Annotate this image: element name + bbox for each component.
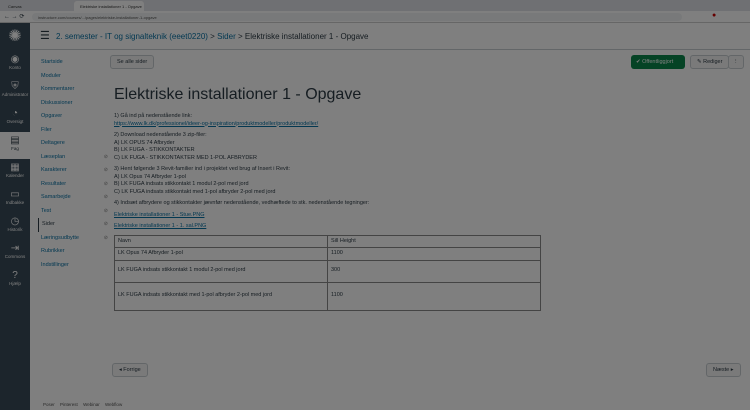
course-header: ☰ 2. semester - IT og signalteknik (eeet… <box>30 23 750 50</box>
dashboard-icon: ◔ <box>11 108 19 119</box>
clock-icon: ◷ <box>10 216 20 227</box>
view-all-pages-button[interactable]: Se alle sider <box>110 55 155 69</box>
hidden-eye-icon: ⊘ <box>103 207 108 214</box>
course-nav-item[interactable]: Læringsudbytte ⊘ <box>38 232 108 246</box>
course-nav-item[interactable]: Samarbejde ⊘ <box>38 191 108 205</box>
global-nav-help[interactable]: ? Hjælp <box>0 267 30 294</box>
course-nav-item[interactable]: Resultater ⊘ <box>38 178 108 192</box>
global-nav-inbox[interactable]: ▭ Indbakke <box>0 186 30 213</box>
step-4: 4) Indsæt afbrydere og stikkontakter jæv… <box>114 200 370 206</box>
browser-tab-bar: Canvas Elektriske installationer 1 - Opg… <box>0 0 750 11</box>
browser-tab[interactable]: Canvas <box>2 1 72 11</box>
help-icon: ? <box>12 270 18 281</box>
course-nav-item[interactable]: Test ⊘ <box>38 205 108 219</box>
global-nav-account[interactable]: ◉ Konto <box>0 51 30 78</box>
breadcrumb-course[interactable]: 2. semester - IT og signalteknik (eeet02… <box>56 32 208 41</box>
hidden-eye-icon: ⊘ <box>103 194 108 200</box>
course-nav-item[interactable]: Startside <box>38 56 108 70</box>
course-nav-item[interactable]: Rubrikker <box>38 245 108 259</box>
global-nav-commons[interactable]: ⇥ Commons <box>0 240 30 267</box>
address-bar-row: ← → ⟳ instructure.com/courses/.../pages/… <box>0 11 750 23</box>
browser-tab-active[interactable]: Elektriske installationer 1 - Opgave <box>74 1 144 11</box>
published-button[interactable]: ✔ Offentliggjort <box>631 55 685 69</box>
course-nav-item[interactable]: Indstillinger <box>38 259 108 273</box>
course-nav-item-active[interactable]: Sider ⊘ <box>38 218 108 232</box>
nav-arrows-icon[interactable]: ← → ⟳ <box>4 13 24 20</box>
calendar-icon: ▦ <box>10 162 20 173</box>
page-title: Elektriske installationer 1 - Opgave <box>114 86 362 103</box>
course-nav-item[interactable]: Deltagere <box>38 137 108 151</box>
step-1: 1) Gå ind på nedenstående link: <box>114 113 192 119</box>
table-row: LK Opus 74 Afbryder 1-pol 1100 <box>114 247 541 261</box>
global-nav-history[interactable]: ◷ Historik <box>0 213 30 240</box>
course-nav-item[interactable]: Opgaver <box>38 110 108 124</box>
table-row: LK FUGA indsats stikkontakt 1 modul 2-po… <box>114 259 541 283</box>
breadcrumb: 2. semester - IT og signalteknik (eeet02… <box>56 32 369 41</box>
canvas-logo-icon[interactable]: ✺ <box>0 23 30 51</box>
breadcrumb-current: Elektriske installationer 1 - Opgave <box>244 32 369 41</box>
url-input[interactable]: instructure.com/courses/.../pages/elektr… <box>32 13 682 21</box>
course-nav-item[interactable]: Moduler <box>38 70 108 84</box>
course-nav-item[interactable]: Diskussioner <box>38 97 108 111</box>
hidden-eye-icon: ⊘ <box>103 180 108 187</box>
global-nav-calendar[interactable]: ▦ Kalender <box>0 159 30 186</box>
table-row: LK FUGA indsats stikkontakt med 1-pol af… <box>114 281 541 311</box>
link-stue-png[interactable]: Elektriske installationer 1 - Stue.PNG <box>114 212 204 218</box>
global-nav-courses[interactable]: ▤ Fag <box>0 132 30 159</box>
more-options-icon[interactable]: ⋮ <box>728 55 744 69</box>
course-nav-item[interactable]: Læseplan ⊘ <box>38 151 108 165</box>
footer-links: Poser Pinterest Webinar Webflow <box>43 402 123 407</box>
hidden-eye-icon: ⊘ <box>103 153 108 160</box>
edit-button[interactable]: ✎ Rediger <box>690 55 730 69</box>
book-icon: ▤ <box>10 135 20 146</box>
previous-button[interactable]: ◂ Forrige <box>112 363 148 377</box>
shield-icon: ⛨ <box>11 81 19 92</box>
link-1sal-png[interactable]: Elektriske installationer 1 - 1. sal.PNG <box>114 223 206 229</box>
course-nav-item[interactable]: Filer <box>38 124 108 138</box>
inbox-icon: ▭ <box>10 189 20 200</box>
global-nav-admin[interactable]: ⛨ Administrator <box>0 78 30 105</box>
hidden-eye-icon: ⊘ <box>103 234 108 241</box>
global-nav: ✺ ◉ Konto ⛨ Administrator ◔ Oversigt ▤ Fag ▦… <box>0 23 30 410</box>
hidden-eye-icon: ⊘ <box>103 167 108 173</box>
step-2: 2) Download nedenstående 3 zip-filer: A) … <box>114 132 257 161</box>
extension-icon[interactable]: ● <box>712 12 716 19</box>
course-nav-item[interactable]: Kommentarer <box>38 83 108 97</box>
table-header-row: Navn Sill Height <box>114 234 541 248</box>
next-button[interactable]: Næste ▸ <box>706 363 741 377</box>
breadcrumb-pages[interactable]: Sider <box>217 32 236 41</box>
avatar: ◉ <box>10 54 20 65</box>
hamburger-menu-icon[interactable]: ☰ <box>40 29 50 42</box>
page-content: Elektriske installationer 1 - Opgave 1) … <box>114 85 544 311</box>
global-nav-dashboard[interactable]: ◔ Oversigt <box>0 105 30 132</box>
link-lk-models[interactable]: https://www.lk.dk/professionel/ideer-og-… <box>114 121 318 127</box>
step-3: 3) Hent følgende 3 Revit-familier ind i … <box>114 166 291 195</box>
sill-height-table: Navn Sill Height LK Opus 74 Afbryder 1-po… <box>114 234 541 311</box>
course-nav: Startside Moduler Kommentarer Diskussion… <box>38 56 108 272</box>
course-nav-item[interactable]: Karakterer ⊘ <box>38 164 108 178</box>
commons-icon: ⇥ <box>10 243 20 254</box>
hidden-eye-icon: ⊘ <box>103 221 108 227</box>
